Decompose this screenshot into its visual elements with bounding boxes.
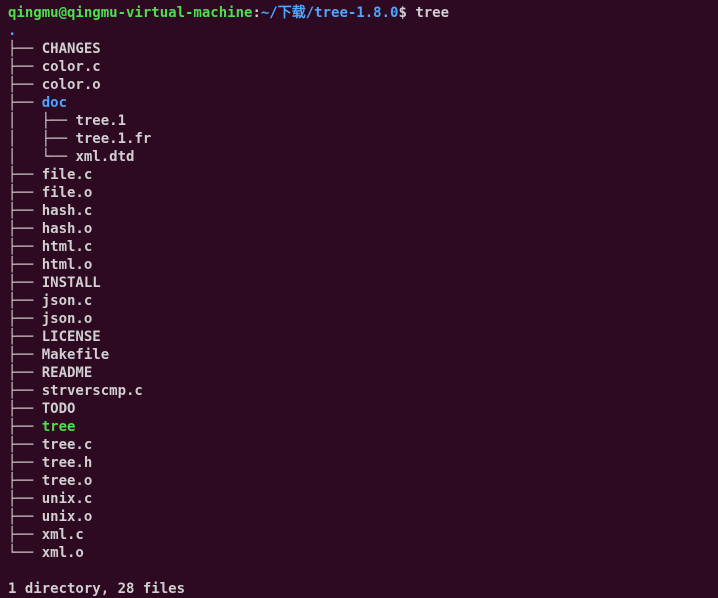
tree-entry: ├── unix.o (8, 508, 710, 526)
file-name: TODO (42, 401, 76, 417)
tree-entry: ├── xml.c (8, 526, 710, 544)
file-name: tree.h (42, 455, 93, 471)
file-name: file.o (42, 185, 93, 201)
file-name: CHANGES (42, 41, 101, 57)
directory-name: doc (42, 95, 67, 111)
tree-prefix: ├── (8, 275, 42, 291)
file-name: INSTALL (42, 275, 101, 291)
file-name: tree.1.fr (75, 131, 151, 147)
file-name: xml.c (42, 527, 84, 543)
tree-entry: ├── INSTALL (8, 274, 710, 292)
tree-prefix: ├── (8, 167, 42, 183)
tree-entry: ├── color.o (8, 76, 710, 94)
tree-prefix: ├── (8, 329, 42, 345)
file-name: tree.o (42, 473, 93, 489)
tree-prefix: ├── (8, 527, 42, 543)
tree-entry: ├── unix.c (8, 490, 710, 508)
file-name: LICENSE (42, 329, 101, 345)
tree-prefix: ├── (8, 41, 42, 57)
file-name: html.o (42, 257, 93, 273)
file-name: README (42, 365, 93, 381)
tree-prefix: ├── (8, 437, 42, 453)
file-name: json.c (42, 293, 93, 309)
file-name: Makefile (42, 347, 109, 363)
tree-entry: ├── tree (8, 418, 710, 436)
tree-entry: ├── doc (8, 94, 710, 112)
file-name: tree.1 (75, 113, 126, 129)
typed-command[interactable]: tree (415, 5, 449, 21)
tree-prefix: ├── (8, 185, 42, 201)
file-name: unix.c (42, 491, 93, 507)
file-name: json.o (42, 311, 93, 327)
prompt-dollar: $ (398, 5, 415, 21)
file-name: tree.c (42, 437, 93, 453)
tree-prefix: ├── (8, 383, 42, 399)
tree-prefix: ├── (8, 77, 42, 93)
tree-entry: ├── color.c (8, 58, 710, 76)
tree-prefix: ├── (8, 257, 42, 273)
tree-root-dot: . (8, 22, 710, 40)
tree-prefix: ├── (8, 311, 42, 327)
tree-entry: ├── README (8, 364, 710, 382)
tree-entry: ├── CHANGES (8, 40, 710, 58)
tree-entry: ├── json.c (8, 292, 710, 310)
file-name: xml.o (42, 545, 84, 561)
tree-prefix: ├── (8, 347, 42, 363)
tree-output: ├── CHANGES├── color.c├── color.o├── doc… (8, 40, 710, 562)
file-name: color.c (42, 59, 101, 75)
tree-entry: ├── TODO (8, 400, 710, 418)
tree-entry: ├── Makefile (8, 346, 710, 364)
tree-entry: │ ├── tree.1.fr (8, 130, 710, 148)
tree-summary: 1 directory, 28 files (8, 580, 710, 598)
blank-line (8, 562, 710, 580)
tree-entry: ├── file.c (8, 166, 710, 184)
file-name: hash.c (42, 203, 93, 219)
tree-prefix: ├── (8, 59, 42, 75)
cwd-path: ~/下载/tree-1.8.0 (261, 5, 399, 21)
file-name: color.o (42, 77, 101, 93)
tree-entry: ├── tree.o (8, 472, 710, 490)
tree-entry: │ └── xml.dtd (8, 148, 710, 166)
tree-prefix: ├── (8, 491, 42, 507)
tree-prefix: ├── (8, 455, 42, 471)
file-name: html.c (42, 239, 93, 255)
tree-prefix: └── (8, 545, 42, 561)
tree-entry: ├── tree.c (8, 436, 710, 454)
tree-prefix: ├── (8, 293, 42, 309)
tree-prefix: ├── (8, 419, 42, 435)
tree-prefix: ├── (8, 203, 42, 219)
tree-prefix: ├── (8, 401, 42, 417)
tree-entry: ├── json.o (8, 310, 710, 328)
tree-entry: ├── tree.h (8, 454, 710, 472)
prompt-colon: : (252, 5, 260, 21)
file-name: file.c (42, 167, 93, 183)
tree-prefix: ├── (8, 473, 42, 489)
tree-prefix: ├── (8, 509, 42, 525)
file-name: unix.o (42, 509, 93, 525)
tree-prefix: ├── (8, 221, 42, 237)
tree-prefix: │ └── (8, 149, 75, 165)
tree-entry: ├── file.o (8, 184, 710, 202)
shell-prompt-line: qingmu@qingmu-virtual-machine:~/下载/tree-… (8, 4, 710, 22)
user-host: qingmu@qingmu-virtual-machine (8, 5, 252, 21)
tree-entry: ├── LICENSE (8, 328, 710, 346)
tree-entry: ├── hash.c (8, 202, 710, 220)
tree-prefix: │ ├── (8, 131, 75, 147)
tree-entry: ├── hash.o (8, 220, 710, 238)
tree-entry: │ ├── tree.1 (8, 112, 710, 130)
file-name: xml.dtd (75, 149, 134, 165)
file-name: strverscmp.c (42, 383, 143, 399)
file-name: hash.o (42, 221, 93, 237)
tree-prefix: ├── (8, 239, 42, 255)
tree-prefix: │ ├── (8, 113, 75, 129)
executable-name: tree (42, 419, 76, 435)
tree-entry: ├── strverscmp.c (8, 382, 710, 400)
tree-entry: ├── html.o (8, 256, 710, 274)
tree-entry: ├── html.c (8, 238, 710, 256)
tree-prefix: ├── (8, 95, 42, 111)
tree-prefix: ├── (8, 365, 42, 381)
tree-entry: └── xml.o (8, 544, 710, 562)
